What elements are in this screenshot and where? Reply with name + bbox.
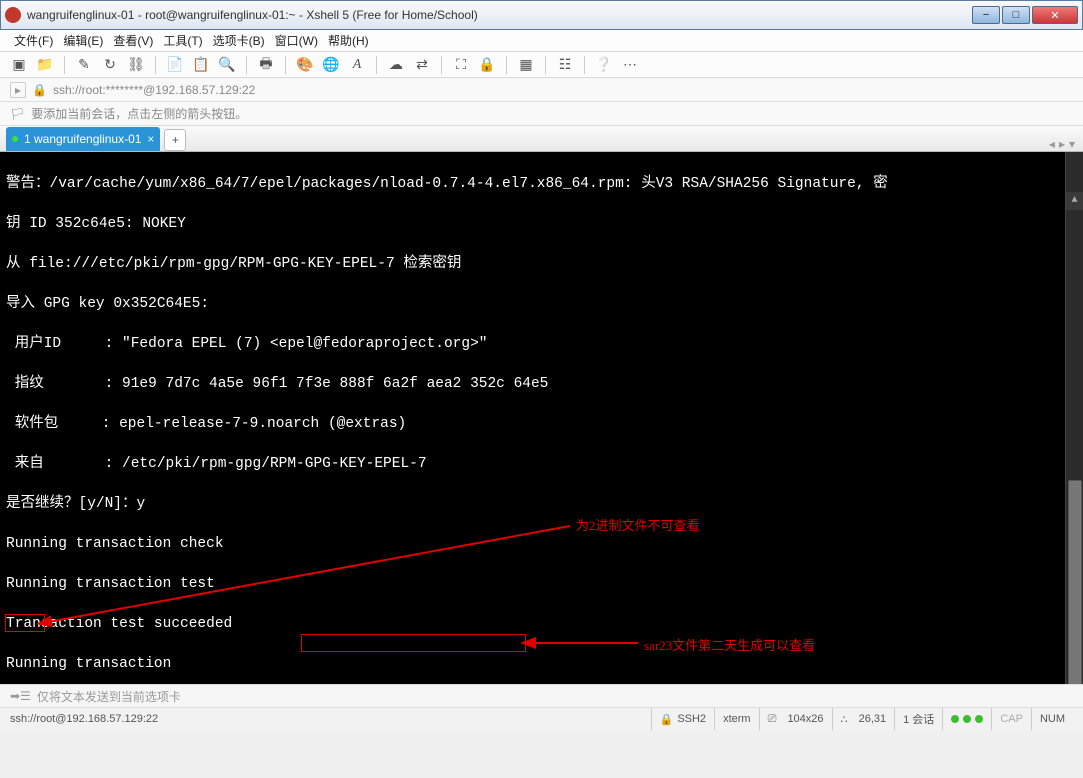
- term-line: 指纹 : 91e9 7d7c 4a5e 96f1 7f3e 888f 6a2f …: [6, 374, 1077, 394]
- local-input-text: 仅将文本发送到当前选项卡: [37, 688, 181, 705]
- term-line: 软件包 : epel-release-7-9.noarch (@extras): [6, 414, 1077, 434]
- term-line: Running transaction test: [6, 574, 1077, 594]
- status-pos: ∴ 26,31: [832, 708, 895, 730]
- annotation-box-sar23: [301, 634, 526, 652]
- hint-flag-icon: 🏳: [10, 107, 25, 121]
- status-term: xterm: [714, 708, 759, 730]
- status-bar: ssh://root@192.168.57.129:22 🔒SSH2 xterm…: [0, 708, 1083, 730]
- term-line: 钥 ID 352c64e5: NOKEY: [6, 214, 1077, 234]
- transfer-icon[interactable]: ⇄: [413, 56, 431, 74]
- term-line: Running transaction: [6, 654, 1077, 674]
- menu-tools[interactable]: 工具(T): [163, 32, 202, 49]
- status-leds: [942, 708, 991, 730]
- tile-icon[interactable]: ▦: [517, 56, 535, 74]
- new-session-icon[interactable]: ▣: [10, 56, 28, 74]
- toolbar: ▣ 📁 ✎ ↻ ⛓ 📄 📋 🔍 🖶 🎨 🌐 A ☁ ⇄ ⛶ 🔒 ▦ ☷ ❔ ⋯: [0, 52, 1083, 78]
- status-dot-icon: [951, 715, 959, 723]
- term-line: 导入 GPG key 0x352C64E5:: [6, 294, 1077, 314]
- paste-icon[interactable]: 📋: [192, 56, 210, 74]
- reconnect-icon[interactable]: ↻: [101, 56, 119, 74]
- term-line: Running transaction check: [6, 534, 1077, 554]
- menu-tabs[interactable]: 选项卡(B): [213, 32, 265, 49]
- term-line: 用户ID : "Fedora EPEL (7) <epel@fedoraproj…: [6, 334, 1077, 354]
- scroll-up-icon[interactable]: ▲: [1066, 192, 1083, 210]
- lock-icon: 🔒: [660, 713, 674, 726]
- tab-close-icon[interactable]: ×: [147, 132, 154, 146]
- ftp-icon[interactable]: ☁: [387, 56, 405, 74]
- local-input-row[interactable]: ➡☰ 仅将文本发送到当前选项卡: [0, 684, 1083, 708]
- disconnect-icon[interactable]: ⛓: [127, 56, 145, 74]
- terminal-scrollbar[interactable]: ▲ ▼: [1065, 152, 1083, 684]
- fullscreen-icon[interactable]: ⛶: [452, 56, 470, 74]
- term-line: 警告：/var/cache/yum/x86_64/7/epel/packages…: [6, 174, 1077, 194]
- address-text[interactable]: ssh://root:********@192.168.57.129:22: [53, 83, 255, 97]
- hint-text: 要添加当前会话，点击左侧的箭头按钮。: [31, 105, 247, 122]
- layout-icon[interactable]: ☷: [556, 56, 574, 74]
- term-line: 来自 : /etc/pki/rpm-gpg/RPM-GPG-KEY-EPEL-7: [6, 454, 1077, 474]
- term-line: Transaction test succeeded: [6, 614, 1077, 634]
- about-icon[interactable]: ⋯: [621, 56, 639, 74]
- maximize-button[interactable]: □: [1002, 6, 1030, 24]
- print-icon[interactable]: 🖶: [257, 56, 275, 74]
- help-icon[interactable]: ❔: [595, 56, 613, 74]
- tab-label: 1 wangruifenglinux-01: [24, 132, 141, 146]
- status-address: ssh://root@192.168.57.129:22: [10, 713, 158, 725]
- term-line: 是否继续？[y/N]：y: [6, 494, 1077, 514]
- font-icon[interactable]: A: [348, 56, 366, 74]
- addr-lock-icon: 🔒: [32, 83, 47, 97]
- menu-file[interactable]: 文件(F): [14, 32, 53, 49]
- scroll-thumb[interactable]: [1068, 480, 1082, 684]
- menu-help[interactable]: 帮助(H): [328, 32, 369, 49]
- window-title: wangruifenglinux-01 - root@wangruifengli…: [27, 8, 970, 22]
- status-dot-icon: [975, 715, 983, 723]
- tab-dropdown-icon[interactable]: ▾: [1069, 137, 1075, 151]
- annotation-box-sa23: [5, 614, 45, 632]
- edit-icon[interactable]: ✎: [75, 56, 93, 74]
- tab-status-dot-icon: [12, 136, 18, 142]
- status-dot-icon: [963, 715, 971, 723]
- lock-icon[interactable]: 🔒: [478, 56, 496, 74]
- tabs-row: 1 wangruifenglinux-01 × + ◂ ▸ ▾: [0, 126, 1083, 152]
- tab-scroll-left-icon[interactable]: ◂: [1049, 137, 1055, 151]
- hint-bar: 🏳 要添加当前会话，点击左侧的箭头按钮。: [0, 102, 1083, 126]
- tab-scroll-right-icon[interactable]: ▸: [1059, 137, 1065, 151]
- titlebar: wangruifenglinux-01 - root@wangruifengli…: [0, 0, 1083, 30]
- open-icon[interactable]: 📁: [36, 56, 54, 74]
- term-line: 从 file:///etc/pki/rpm-gpg/RPM-GPG-KEY-EP…: [6, 254, 1077, 274]
- local-input-icon: ➡☰: [10, 689, 31, 703]
- color-icon[interactable]: 🎨: [296, 56, 314, 74]
- terminal[interactable]: 警告：/var/cache/yum/x86_64/7/epel/packages…: [0, 152, 1083, 684]
- minimize-button[interactable]: −: [972, 6, 1000, 24]
- tab-add-button[interactable]: +: [164, 129, 186, 151]
- status-num: NUM: [1031, 708, 1073, 730]
- status-size: ⎚ 104x26: [759, 708, 832, 730]
- menu-window[interactable]: 窗口(W): [275, 32, 318, 49]
- annotation-text-2: sar23文件第二天生成可以查看: [644, 636, 815, 656]
- menu-edit[interactable]: 编辑(E): [63, 32, 103, 49]
- search-icon[interactable]: 🔍: [218, 56, 236, 74]
- menubar: 文件(F) 编辑(E) 查看(V) 工具(T) 选项卡(B) 窗口(W) 帮助(…: [0, 30, 1083, 52]
- addr-arrow-icon[interactable]: ▸: [10, 82, 26, 98]
- annotation-text-1: 为2进制文件不可查看: [576, 516, 700, 536]
- copy-icon[interactable]: 📄: [166, 56, 184, 74]
- scroll-track[interactable]: [1066, 250, 1083, 684]
- app-icon: [5, 7, 21, 23]
- status-sessions: 1 会话: [894, 708, 942, 730]
- close-button[interactable]: ✕: [1032, 6, 1078, 24]
- status-cap: CAP: [991, 708, 1031, 730]
- address-bar: ▸ 🔒 ssh://root:********@192.168.57.129:2…: [0, 78, 1083, 102]
- tab-session[interactable]: 1 wangruifenglinux-01 ×: [6, 127, 160, 151]
- globe-icon[interactable]: 🌐: [322, 56, 340, 74]
- menu-view[interactable]: 查看(V): [113, 32, 153, 49]
- status-ssh: 🔒SSH2: [651, 708, 714, 730]
